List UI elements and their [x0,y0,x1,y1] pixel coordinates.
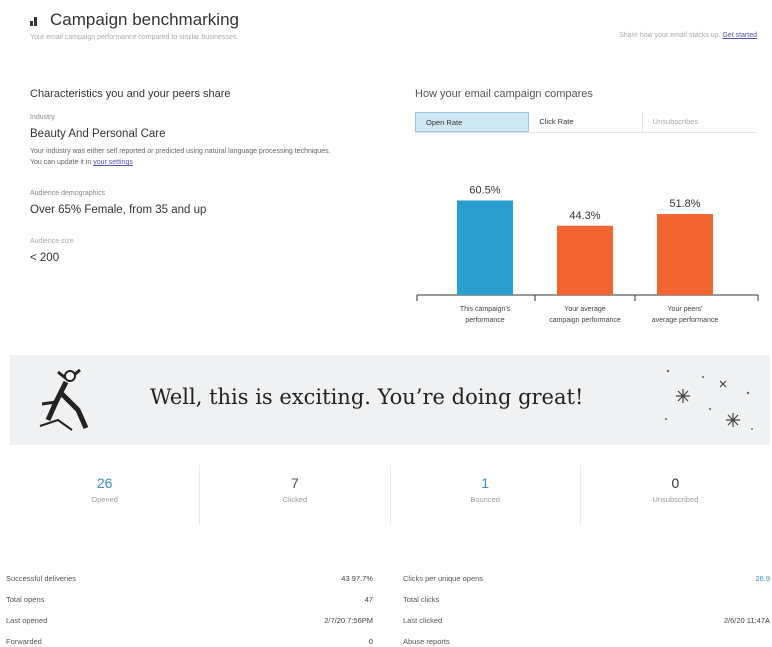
bar-value-label: 51.8% [669,198,700,210]
detail-row-total-opens: Total opens 47 [6,589,373,610]
banner-message: Well, this is exciting. You’re doing gre… [150,385,584,409]
detail-value: 0 [368,637,373,646]
page-header: Campaign benchmarking Your email campaig… [30,10,765,41]
stat-label: Bounced [470,495,500,504]
detail-value: 2/7/20 7:56PM [324,616,373,625]
details-right-column: Clicks per unique opens 26.9 Total clicks… [403,568,770,647]
detail-label: Abuse reports [403,637,450,646]
stat-label: Unsubscribed [652,495,699,504]
comparison-panel: How your email campaign compares Open Ra… [415,88,760,324]
stat-value: 1 [481,475,490,491]
characteristics-panel: Characteristics you and your peers share… [30,88,370,264]
category-label: Your average [564,306,605,313]
detail-label: Clicks per unique opens [403,574,484,583]
detail-value: 47 [364,595,373,604]
get-started-link[interactable]: Get started [722,32,757,39]
industry-note-text: Your industry was either self reported o… [30,148,331,166]
audience-demographics-label: Audience demographics [30,190,106,197]
stats-row: 26 Opened 7 Clicked 1 Bounced 0 Unsubscr… [10,465,770,525]
stat-value: 0 [671,475,680,491]
comparison-bar-chart: 60.5% This campaign's performance 44.3% Your… [416,184,759,324]
detail-row-clicks-per-unique-opens: Clicks per unique opens 26.9 [403,568,770,589]
bar-value-label: 44.3% [569,210,600,222]
category-label: performance [465,317,504,324]
characteristics-title: Characteristics you and your peers share [30,88,231,100]
audience-demographics-value: Over 65% Female, from 35 and up [30,204,207,216]
category-label: This campaign's [460,306,511,313]
detail-label: Total opens [6,595,45,604]
bar-chart-icon [30,14,42,26]
detail-row-forwarded: Forwarded 0 [6,631,373,647]
industry-value: Beauty And Personal Care [30,128,166,140]
settings-link[interactable]: your settings [93,159,133,166]
comparison-tabs: Open Rate Click Rate Unsubscribes [415,112,755,133]
tab-unsubscribes[interactable]: Unsubscribes [641,112,755,132]
stat-value: 7 [290,475,299,491]
sparkles-icon [665,369,753,430]
comparison-title: How your email campaign compares [415,88,593,100]
category-label: average performance [652,317,719,324]
bar-value-label: 60.5% [469,184,500,196]
stat-bounced[interactable]: 1 Bounced [391,465,581,525]
chart-bar[interactable] [657,214,713,295]
share-text: Share how your email stacks up. Get star… [619,32,757,39]
details-table: Successful deliveries 43 97.7% Total open… [6,568,770,647]
celebration-banner: Well, this is exciting. You’re doing gre… [10,355,770,445]
detail-label: Successful deliveries [6,574,77,583]
category-label: Your peers' [668,306,703,313]
detail-row-last-clicked: Last clicked 2/6/20 11:47A [403,610,770,631]
detail-label: Total clicks [403,595,440,604]
tab-open-rate[interactable]: Open Rate [415,112,530,132]
stat-clicked[interactable]: 7 Clicked [200,465,391,525]
detail-row-successful-deliveries: Successful deliveries 43 97.7% [6,568,373,589]
stat-value: 26 [96,475,113,491]
detail-value: 43 97.7% [341,574,373,583]
detail-row-total-clicks: Total clicks [403,589,770,610]
audience-size-label: Audience size [30,238,74,245]
detail-label: Forwarded [6,637,42,646]
industry-note: Your industry was either self reported o… [30,146,340,168]
stat-opened[interactable]: 26 Opened [10,465,201,525]
detail-label: Last opened [6,616,48,625]
stat-unsubscribed[interactable]: 0 Unsubscribed [581,465,770,525]
detail-value: 26.9 [755,574,770,583]
detail-label: Last clicked [403,616,443,625]
details-left-column: Successful deliveries 43 97.7% Total open… [6,568,373,647]
share-label: Share how your email stacks up. [619,32,721,39]
dancing-figure-icon [39,368,89,431]
tab-click-rate[interactable]: Click Rate [529,112,641,132]
chart-bar[interactable] [557,225,613,295]
stat-label: Opened [91,495,118,504]
chart-bar[interactable] [457,200,513,295]
detail-row-last-opened: Last opened 2/7/20 7:56PM [6,610,373,631]
detail-value: 2/6/20 11:47A [723,616,770,625]
audience-size-value: < 200 [30,252,60,264]
page-title: Campaign benchmarking [50,10,239,29]
detail-row-abuse-reports: Abuse reports [403,631,770,647]
category-label: campaign performance [549,317,621,324]
stat-label: Clicked [282,495,308,504]
industry-label: Industry [30,114,55,121]
